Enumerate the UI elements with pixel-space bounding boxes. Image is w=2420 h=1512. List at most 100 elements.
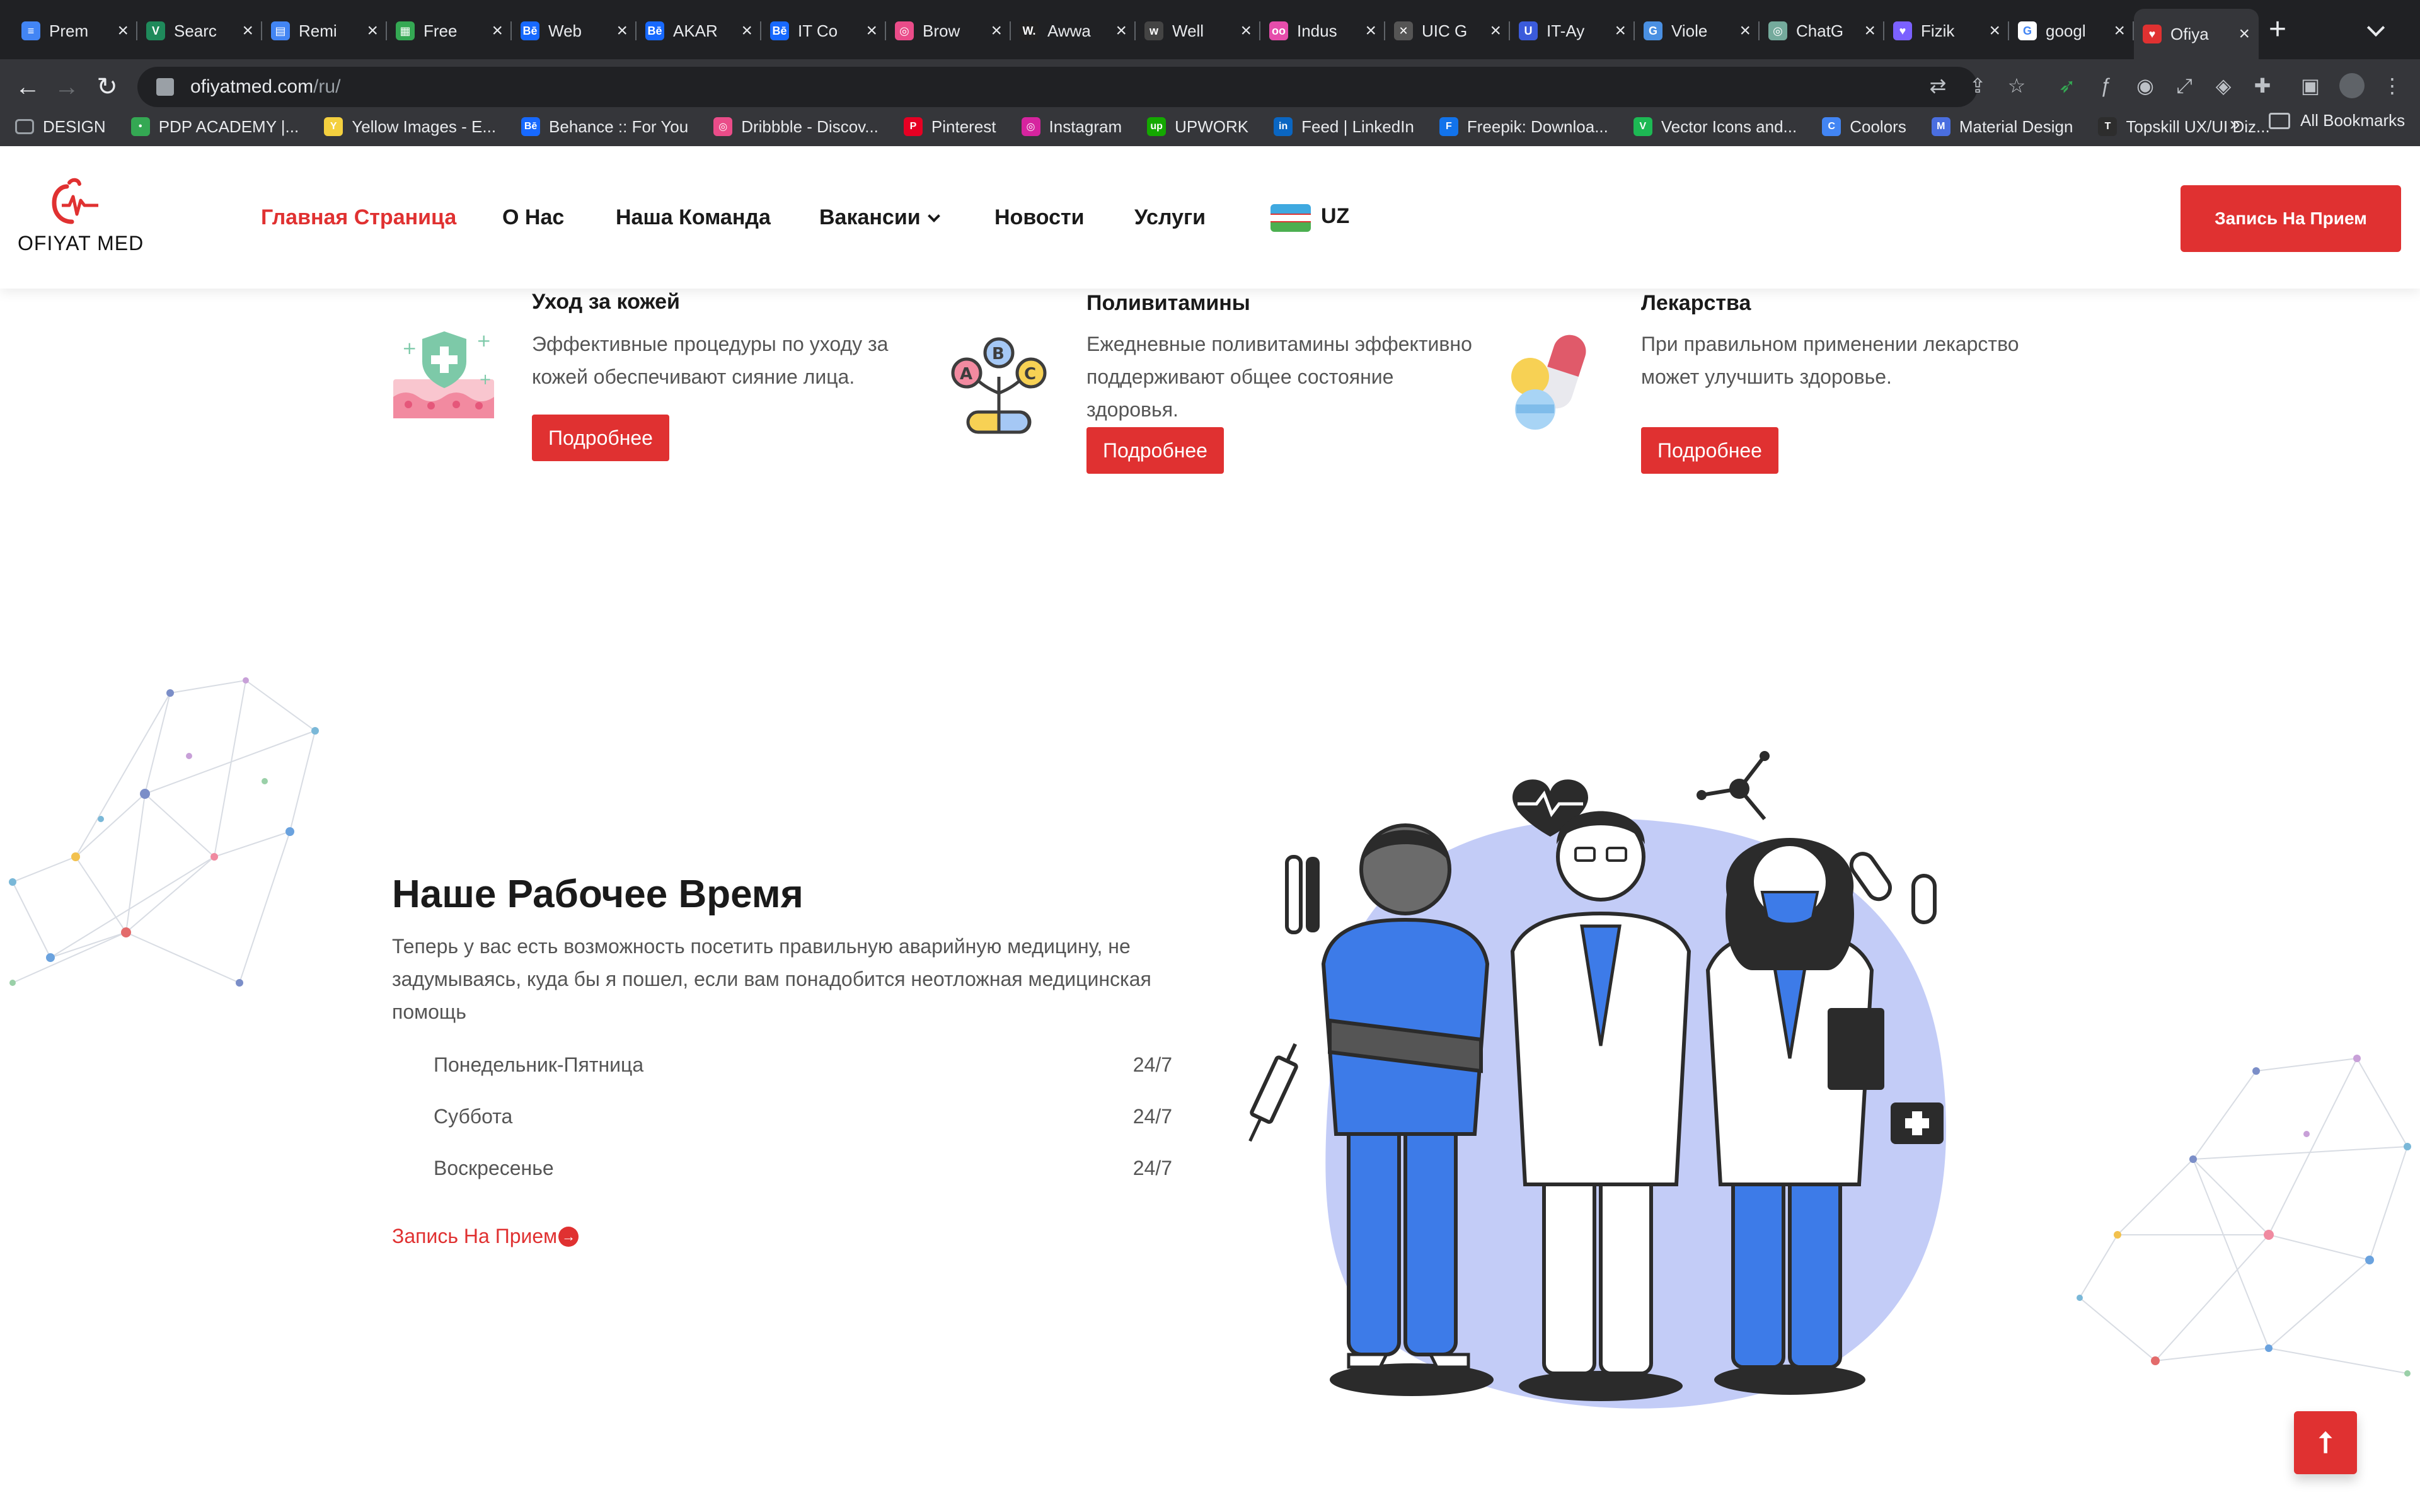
browser-tab[interactable]: Bē IT Co × (761, 11, 886, 50)
bookmark-item[interactable]: DESIGN (15, 117, 106, 137)
browser-tab[interactable]: Bē Web × (512, 11, 637, 50)
browser-tab[interactable]: U IT-Ay × (1510, 11, 1635, 50)
browser-tab[interactable]: ≡ Prem × (13, 11, 137, 50)
browser-menu-icon[interactable]: ⋮ (2380, 73, 2405, 98)
tab-favicon-icon: Bē (770, 21, 789, 40)
reload-icon[interactable]: ↻ (88, 68, 126, 106)
nav-about[interactable]: О Нас (502, 205, 564, 230)
fonts-extension-icon[interactable]: ƒ (2094, 73, 2119, 98)
service-more-button[interactable]: Подробнее (1641, 427, 1778, 474)
side-panel-icon[interactable]: ▣ (2298, 73, 2323, 98)
browser-tab[interactable]: w Well × (1136, 11, 1260, 50)
tab-close-icon[interactable]: × (1490, 20, 1501, 42)
tab-close-icon[interactable]: × (1989, 20, 2000, 42)
address-bar[interactable]: ofiyatmed.com/ru/ (137, 67, 1978, 107)
bookmark-star-icon[interactable]: ☆ (2004, 73, 2029, 98)
browser-tab[interactable]: Ggoogl × (2009, 11, 2134, 50)
bookmark-item[interactable]: M Material Design (1931, 117, 2073, 137)
all-bookmarks-button[interactable]: All Bookmarks (2269, 111, 2405, 130)
extension-icon[interactable]: ➶ (2054, 73, 2080, 98)
book-appointment-button[interactable]: Запись На Прием (2181, 185, 2401, 252)
browser-tab[interactable]: oo Indus × (1260, 11, 1385, 50)
browser-tab[interactable]: ◎ Brow × (886, 11, 1011, 50)
browser-tab[interactable]: V Searc × (137, 11, 262, 50)
translate-icon[interactable]: ⇄ (1925, 73, 1950, 98)
tab-close-icon[interactable]: × (1864, 20, 1876, 42)
new-tab-button[interactable]: + (2269, 14, 2286, 45)
tab-close-icon[interactable]: × (1115, 20, 1127, 42)
browser-tab[interactable]: ▦ Free × (387, 11, 512, 50)
bookmark-item[interactable]: V Vector Icons and... (1633, 117, 1797, 137)
forward-icon[interactable]: → (48, 68, 86, 106)
bookmark-item[interactable]: • PDP ACADEMY |... (130, 117, 299, 137)
tab-close-icon[interactable]: × (492, 20, 503, 42)
nav-home[interactable]: Главная Страница (261, 205, 456, 230)
bookmark-favicon-icon: F (1439, 117, 1458, 136)
nav-news[interactable]: Новости (994, 205, 1085, 230)
share-icon[interactable]: ⇪ (1965, 73, 1990, 98)
bookmark-label: Instagram (1049, 117, 1122, 136)
arrow-circle-right-icon: → (558, 1226, 579, 1247)
browser-tab[interactable]: G Viole × (1635, 11, 1760, 50)
tab-close-icon[interactable]: × (2114, 20, 2125, 42)
bookmark-item[interactable]: ◎ Instagram (1021, 117, 1122, 137)
tab-title: googl (2046, 21, 2086, 40)
tab-search-chevron-icon[interactable] (2366, 18, 2385, 37)
nav-team[interactable]: Наша Команда (616, 205, 771, 230)
service-more-button[interactable]: Подробнее (1086, 427, 1224, 474)
eye-extension-icon[interactable]: ◈ (2211, 73, 2236, 98)
browser-tab[interactable]: ♥ Fizik × (1884, 11, 2009, 50)
scroll-to-top-button[interactable]: ⭡ (2294, 1411, 2357, 1474)
browser-tab[interactable]: ♥ Ofiya × (2134, 9, 2259, 59)
tab-favicon-icon: w (1144, 21, 1163, 40)
back-icon[interactable]: ← (9, 68, 47, 106)
browser-tab[interactable]: W. Awwa × (1011, 11, 1136, 50)
bookmark-item[interactable]: P Pinterest (903, 117, 996, 137)
browser-tab[interactable]: ◎ ChatG × (1760, 11, 1884, 50)
skin-care-icon: + + + (393, 330, 494, 418)
tab-close-icon[interactable]: × (866, 20, 877, 42)
tab-close-icon[interactable]: × (991, 20, 1002, 42)
multivitamin-icon: B A C (951, 337, 1047, 434)
bookmark-label: Coolors (1850, 117, 1906, 136)
bookmark-item[interactable]: Y Yellow Images - E... (324, 117, 496, 137)
schedule-hours: 24/7 (1132, 1053, 1172, 1076)
bookmark-item[interactable]: up UPWORK (1147, 117, 1248, 137)
profile-avatar[interactable] (2339, 73, 2365, 98)
bookmark-item[interactable]: ◎ Dribbble - Discov... (713, 117, 879, 137)
extensions-puzzle-icon[interactable]: ✚ (2250, 73, 2275, 98)
bookmarks-overflow-button[interactable]: » (2230, 113, 2240, 135)
tab-close-icon[interactable]: × (616, 20, 628, 42)
bookmark-item[interactable]: F Freepik: Downloa... (1439, 117, 1608, 137)
expand-extension-icon[interactable]: ⤢ (2172, 73, 2197, 98)
tab-close-icon[interactable]: × (117, 20, 129, 42)
site-info-icon[interactable] (156, 78, 174, 96)
tab-close-icon[interactable]: × (741, 20, 752, 42)
bookmark-item[interactable]: C Coolors (1822, 117, 1906, 137)
bookmark-item[interactable]: Bē Behance :: For You (521, 117, 688, 137)
language-switch[interactable]: UZ (1321, 204, 1349, 229)
uzbekistan-flag-icon[interactable] (1270, 204, 1311, 232)
tab-title: Awwa (1047, 21, 1091, 40)
nav-vacancies[interactable]: Вакансии (819, 205, 940, 230)
tab-close-icon[interactable]: × (367, 20, 378, 42)
tab-title: Brow (923, 21, 960, 40)
service-description: Эффективные процедуры по уходу за кожей … (532, 333, 889, 388)
browser-tab[interactable]: Bē AKAR × (637, 11, 761, 50)
browser-tab[interactable]: ✕ UIC G × (1385, 11, 1510, 50)
tab-close-icon[interactable]: × (1739, 20, 1751, 42)
tab-close-icon[interactable]: × (242, 20, 253, 42)
tab-close-icon[interactable]: × (1240, 20, 1252, 42)
appointment-link[interactable]: Запись На Прием → (392, 1225, 579, 1248)
schedule-hours: 24/7 (1132, 1157, 1172, 1179)
tab-close-icon[interactable]: × (2238, 23, 2250, 45)
browser-tab[interactable]: ▤ Remi × (262, 11, 387, 50)
nav-services[interactable]: Услуги (1134, 205, 1206, 230)
tab-close-icon[interactable]: × (1365, 20, 1376, 42)
bookmark-item[interactable]: in Feed | LinkedIn (1274, 117, 1414, 137)
tab-close-icon[interactable]: × (1615, 20, 1626, 42)
bookmark-item[interactable]: T Topskill UX/UI Diz... (2098, 117, 2270, 137)
schedule-row: Суббота 24/7 (434, 1105, 1172, 1128)
screenshot-extension-icon[interactable]: ◉ (2133, 73, 2158, 98)
service-more-button[interactable]: Подробнее (532, 415, 669, 461)
